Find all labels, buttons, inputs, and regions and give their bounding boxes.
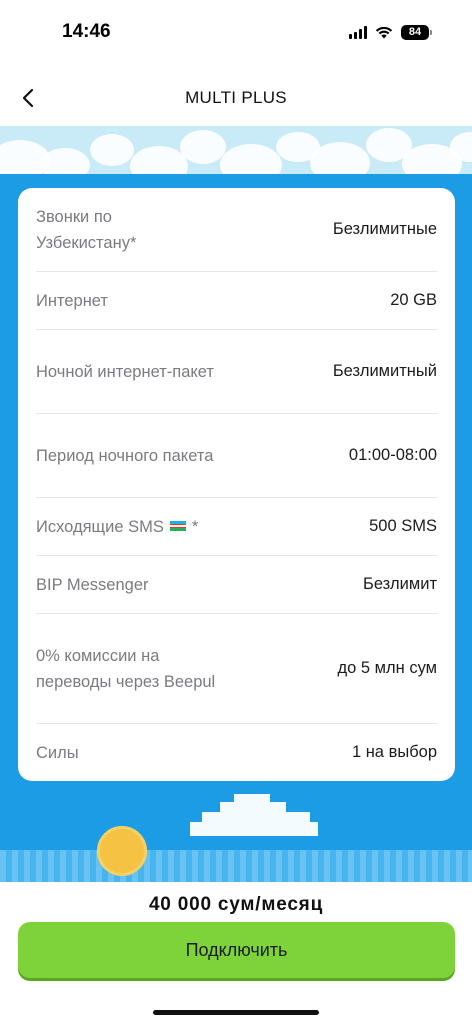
detail-label: Исходящие SMS [36,517,164,536]
detail-value: 500 SMS [369,517,437,535]
detail-value: 1 на выбор [351,743,437,761]
detail-label: 0% комиссии на переводы через Beepul [36,646,216,691]
detail-label: Ночной интернет-пакет [36,362,214,381]
detail-label: BIP Messenger [36,575,149,594]
detail-row-night-internet: Ночной интернет-пакет Безлимитный [36,330,437,414]
detail-row-sms: Исходящие SMS * 500 SMS [36,498,437,556]
status-time: 14:46 [62,21,111,42]
nav-bar: MULTI PLUS [0,70,472,126]
detail-label: Период ночного пакета [36,446,214,465]
status-icons: 84 [349,24,432,40]
detail-value: до 5 млн сум [337,659,437,677]
header-clouds [0,126,472,176]
status-bar: 14:46 84 [0,0,472,64]
price-label: 40 000 сум/месяц [148,894,324,915]
connect-button[interactable]: Подключить [18,922,455,978]
tariff-details-card: Звонки по Узбекистану* Безлимитные Интер… [18,188,455,781]
bottom-panel: 40 000 сум/месяц Подключить [0,882,472,1024]
detail-label: Звонки по Узбекистану* [36,207,137,252]
detail-row-beepul: 0% комиссии на переводы через Beepul до … [36,614,437,724]
back-button[interactable] [14,82,42,114]
detail-label-suffix: * [191,517,199,536]
home-indicator [153,1010,319,1015]
detail-row-internet: Интернет 20 GB [36,272,437,330]
chevron-left-icon [22,89,34,107]
detail-row-bip: BIP Messenger Безлимит [36,556,437,614]
battery-icon: 84 [401,24,432,40]
uzbekistan-flag-icon [169,521,186,532]
detail-value: Безлимитные [332,220,437,238]
detail-value: Безлимит [363,575,437,593]
battery-level: 84 [401,24,429,40]
signal-icon [349,25,367,39]
detail-label: Интернет [36,291,108,310]
wifi-icon [375,26,393,39]
detail-row-night-period: Период ночного пакета 01:00-08:00 [36,414,437,498]
detail-label-group: Исходящие SMS * [36,514,198,540]
detail-value: Безлимитный [332,362,437,380]
page-title: MULTI PLUS [185,88,287,107]
detail-row-calls: Звонки по Узбекистану* Безлимитные [36,188,437,272]
detail-value: 20 GB [390,291,437,309]
cloud-illustration [190,790,318,840]
sun-illustration [97,826,147,876]
detail-row-powers: Силы 1 на выбор [36,724,437,781]
detail-label: Силы [36,743,79,762]
detail-value: 01:00-08:00 [348,446,437,464]
